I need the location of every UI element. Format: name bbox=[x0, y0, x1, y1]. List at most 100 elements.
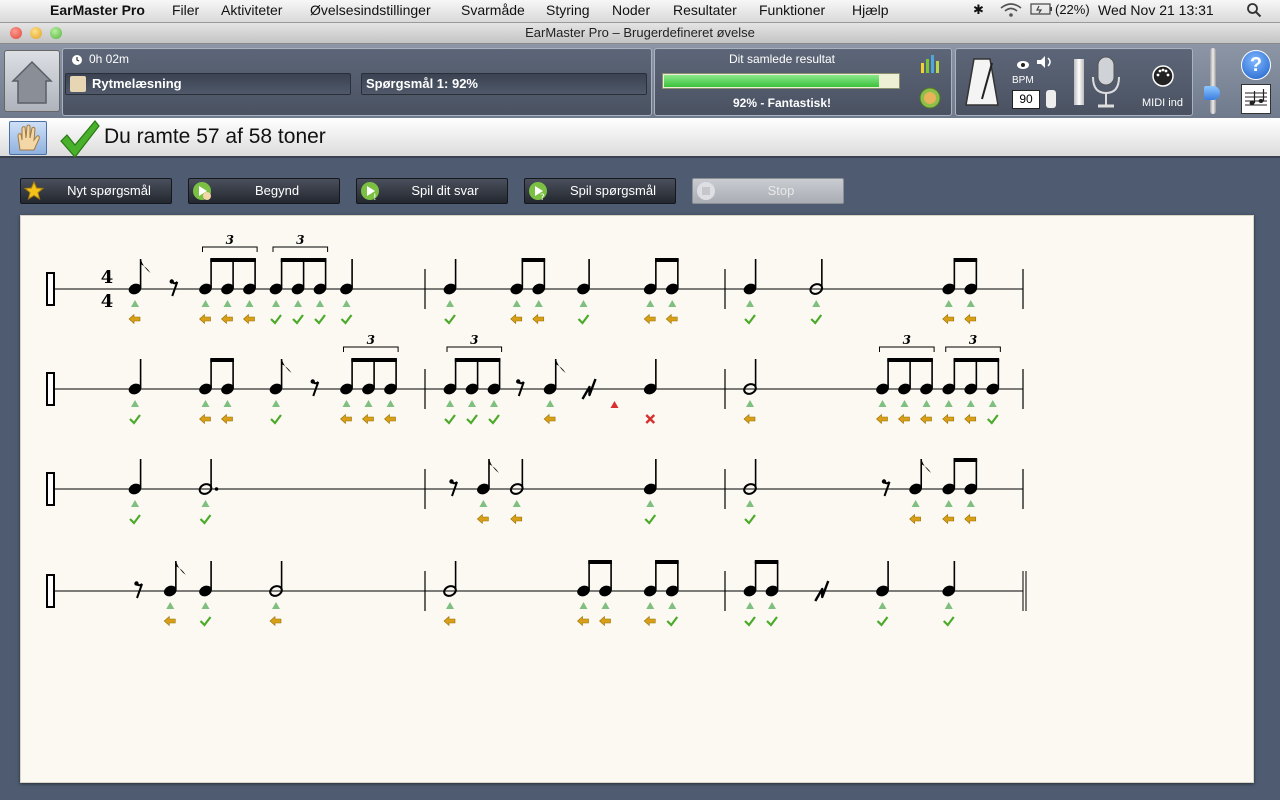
beam bbox=[454, 358, 501, 362]
menu-funktioner[interactable]: Funktioner bbox=[759, 2, 825, 18]
eighth-flag bbox=[555, 359, 566, 373]
onset-marker bbox=[579, 300, 588, 307]
exercise-field[interactable]: Rytmelæsning bbox=[65, 73, 351, 95]
late-arrow-icon bbox=[443, 615, 456, 627]
menu-app-name[interactable]: EarMaster Pro bbox=[50, 2, 145, 18]
beam bbox=[210, 258, 256, 262]
onset-marker bbox=[131, 300, 139, 307]
svg-text:!: ! bbox=[373, 193, 377, 201]
correct-check-icon bbox=[444, 414, 456, 425]
late-arrow-icon bbox=[163, 615, 176, 627]
menu-hjaelp[interactable]: Hjælp bbox=[852, 2, 889, 18]
menu-svarmade[interactable]: Svarmåde bbox=[461, 2, 525, 18]
percussion-clef bbox=[46, 472, 55, 506]
onset-marker bbox=[245, 300, 254, 307]
correct-check-icon bbox=[744, 514, 756, 525]
late-arrow-icon bbox=[743, 413, 756, 425]
menu-filer[interactable]: Filer bbox=[172, 2, 199, 18]
onset-marker bbox=[900, 400, 909, 407]
correct-check-icon bbox=[129, 514, 141, 525]
onset-marker bbox=[294, 300, 302, 307]
bpm-input[interactable]: 90 bbox=[1012, 90, 1040, 109]
play-answer-button[interactable]: ! Spil dit svar bbox=[356, 178, 508, 204]
onset-marker bbox=[966, 500, 975, 507]
menu-noder[interactable]: Noder bbox=[612, 2, 650, 18]
sheet-music-area: 4 4 3 3 3 3 3 3 bbox=[20, 215, 1254, 783]
time-signature-top: 4 bbox=[101, 267, 114, 288]
minimize-window-button[interactable] bbox=[30, 27, 42, 39]
beam bbox=[953, 258, 978, 262]
stop-button[interactable]: Stop bbox=[692, 178, 844, 204]
midi-input-icon[interactable] bbox=[1152, 65, 1174, 92]
wifi-icon[interactable] bbox=[1000, 2, 1022, 21]
tuplet-number: 3 bbox=[367, 333, 375, 347]
close-window-button[interactable] bbox=[10, 27, 22, 39]
notation-settings-button[interactable] bbox=[1241, 84, 1271, 114]
menu-clock[interactable]: Wed Nov 21 13:31 bbox=[1098, 2, 1214, 18]
home-icon bbox=[11, 60, 53, 104]
late-arrow-icon bbox=[128, 313, 141, 325]
onset-marker bbox=[988, 400, 997, 407]
late-arrow-icon bbox=[476, 513, 489, 525]
star-icon bbox=[23, 180, 45, 201]
onset-marker bbox=[386, 400, 395, 407]
clap-button[interactable] bbox=[9, 121, 47, 155]
metronome-icon[interactable] bbox=[962, 55, 1002, 112]
tuplet-bracket bbox=[202, 246, 258, 252]
overall-progress-fill bbox=[664, 75, 879, 87]
help-button[interactable]: ? bbox=[1241, 50, 1271, 80]
volume-slider[interactable] bbox=[1210, 48, 1216, 114]
onset-marker bbox=[512, 500, 521, 507]
time-signature-bottom: 4 bbox=[101, 291, 114, 312]
metronome-sound-icon[interactable] bbox=[1036, 55, 1054, 74]
late-arrow-icon bbox=[898, 413, 910, 425]
onset-marker bbox=[668, 300, 677, 307]
visual-metronome-icon[interactable] bbox=[1016, 57, 1030, 75]
statistics-icon[interactable] bbox=[919, 53, 941, 80]
teacher-icon[interactable] bbox=[919, 87, 941, 114]
eighth-flag bbox=[175, 561, 186, 575]
onset-marker bbox=[201, 300, 210, 307]
menu-resultater[interactable]: Resultater bbox=[673, 2, 737, 18]
new-question-button[interactable]: Nyt spørgsmål bbox=[20, 178, 172, 204]
exercise-name: Rytmelæsning bbox=[92, 76, 182, 91]
percussion-clef bbox=[46, 372, 55, 406]
correct-check-icon bbox=[644, 514, 657, 525]
eighth-rest-dot bbox=[310, 379, 315, 384]
late-arrow-icon bbox=[384, 413, 396, 425]
menu-ovelsesindstillinger[interactable]: Øvelsesindstillinger bbox=[310, 2, 431, 18]
spotlight-search-icon[interactable] bbox=[1246, 2, 1262, 21]
correct-check-icon bbox=[876, 616, 889, 627]
microphone-icon[interactable] bbox=[1088, 55, 1124, 116]
onset-marker bbox=[944, 400, 953, 407]
onset-marker bbox=[479, 500, 488, 507]
bpm-stepper[interactable] bbox=[1046, 90, 1056, 108]
onset-marker bbox=[546, 400, 555, 407]
late-arrow-icon bbox=[665, 313, 678, 325]
correct-check-icon bbox=[292, 314, 304, 325]
onset-marker bbox=[364, 400, 373, 407]
zoom-window-button[interactable] bbox=[50, 27, 62, 39]
extra-hit-marker bbox=[610, 401, 619, 408]
menu-styring[interactable]: Styring bbox=[546, 2, 590, 18]
correct-check-icon bbox=[314, 314, 326, 325]
onset-marker bbox=[446, 602, 454, 609]
menu-aktiviteter[interactable]: Aktiviteter bbox=[221, 2, 282, 18]
home-button[interactable] bbox=[4, 50, 60, 112]
battery-percent: (22%) bbox=[1055, 2, 1090, 17]
beam bbox=[351, 358, 397, 362]
new-question-label: Nyt spørgsmål bbox=[67, 183, 151, 198]
augmentation-dot bbox=[214, 487, 219, 491]
battery-icon[interactable] bbox=[1030, 2, 1054, 19]
play-question-button[interactable]: ? Spil spørgsmål bbox=[524, 178, 676, 204]
correct-check-icon bbox=[270, 414, 282, 425]
rhythm-score: 4 4 3 3 3 3 3 3 bbox=[46, 233, 1027, 627]
volume-slider-thumb[interactable] bbox=[1204, 86, 1220, 100]
begin-button[interactable]: Begynd bbox=[188, 178, 340, 204]
late-arrow-icon bbox=[199, 413, 211, 425]
bluetooth-icon[interactable]: ✱ bbox=[973, 2, 984, 18]
session-panel: 0h 02m Rytmelæsning Spørgsmål 1: 92% bbox=[62, 48, 652, 116]
result-status-bar: Du ramte 57 af 58 toner bbox=[0, 118, 1280, 158]
onset-marker bbox=[746, 300, 754, 307]
sheet-music-icon bbox=[1245, 89, 1267, 106]
